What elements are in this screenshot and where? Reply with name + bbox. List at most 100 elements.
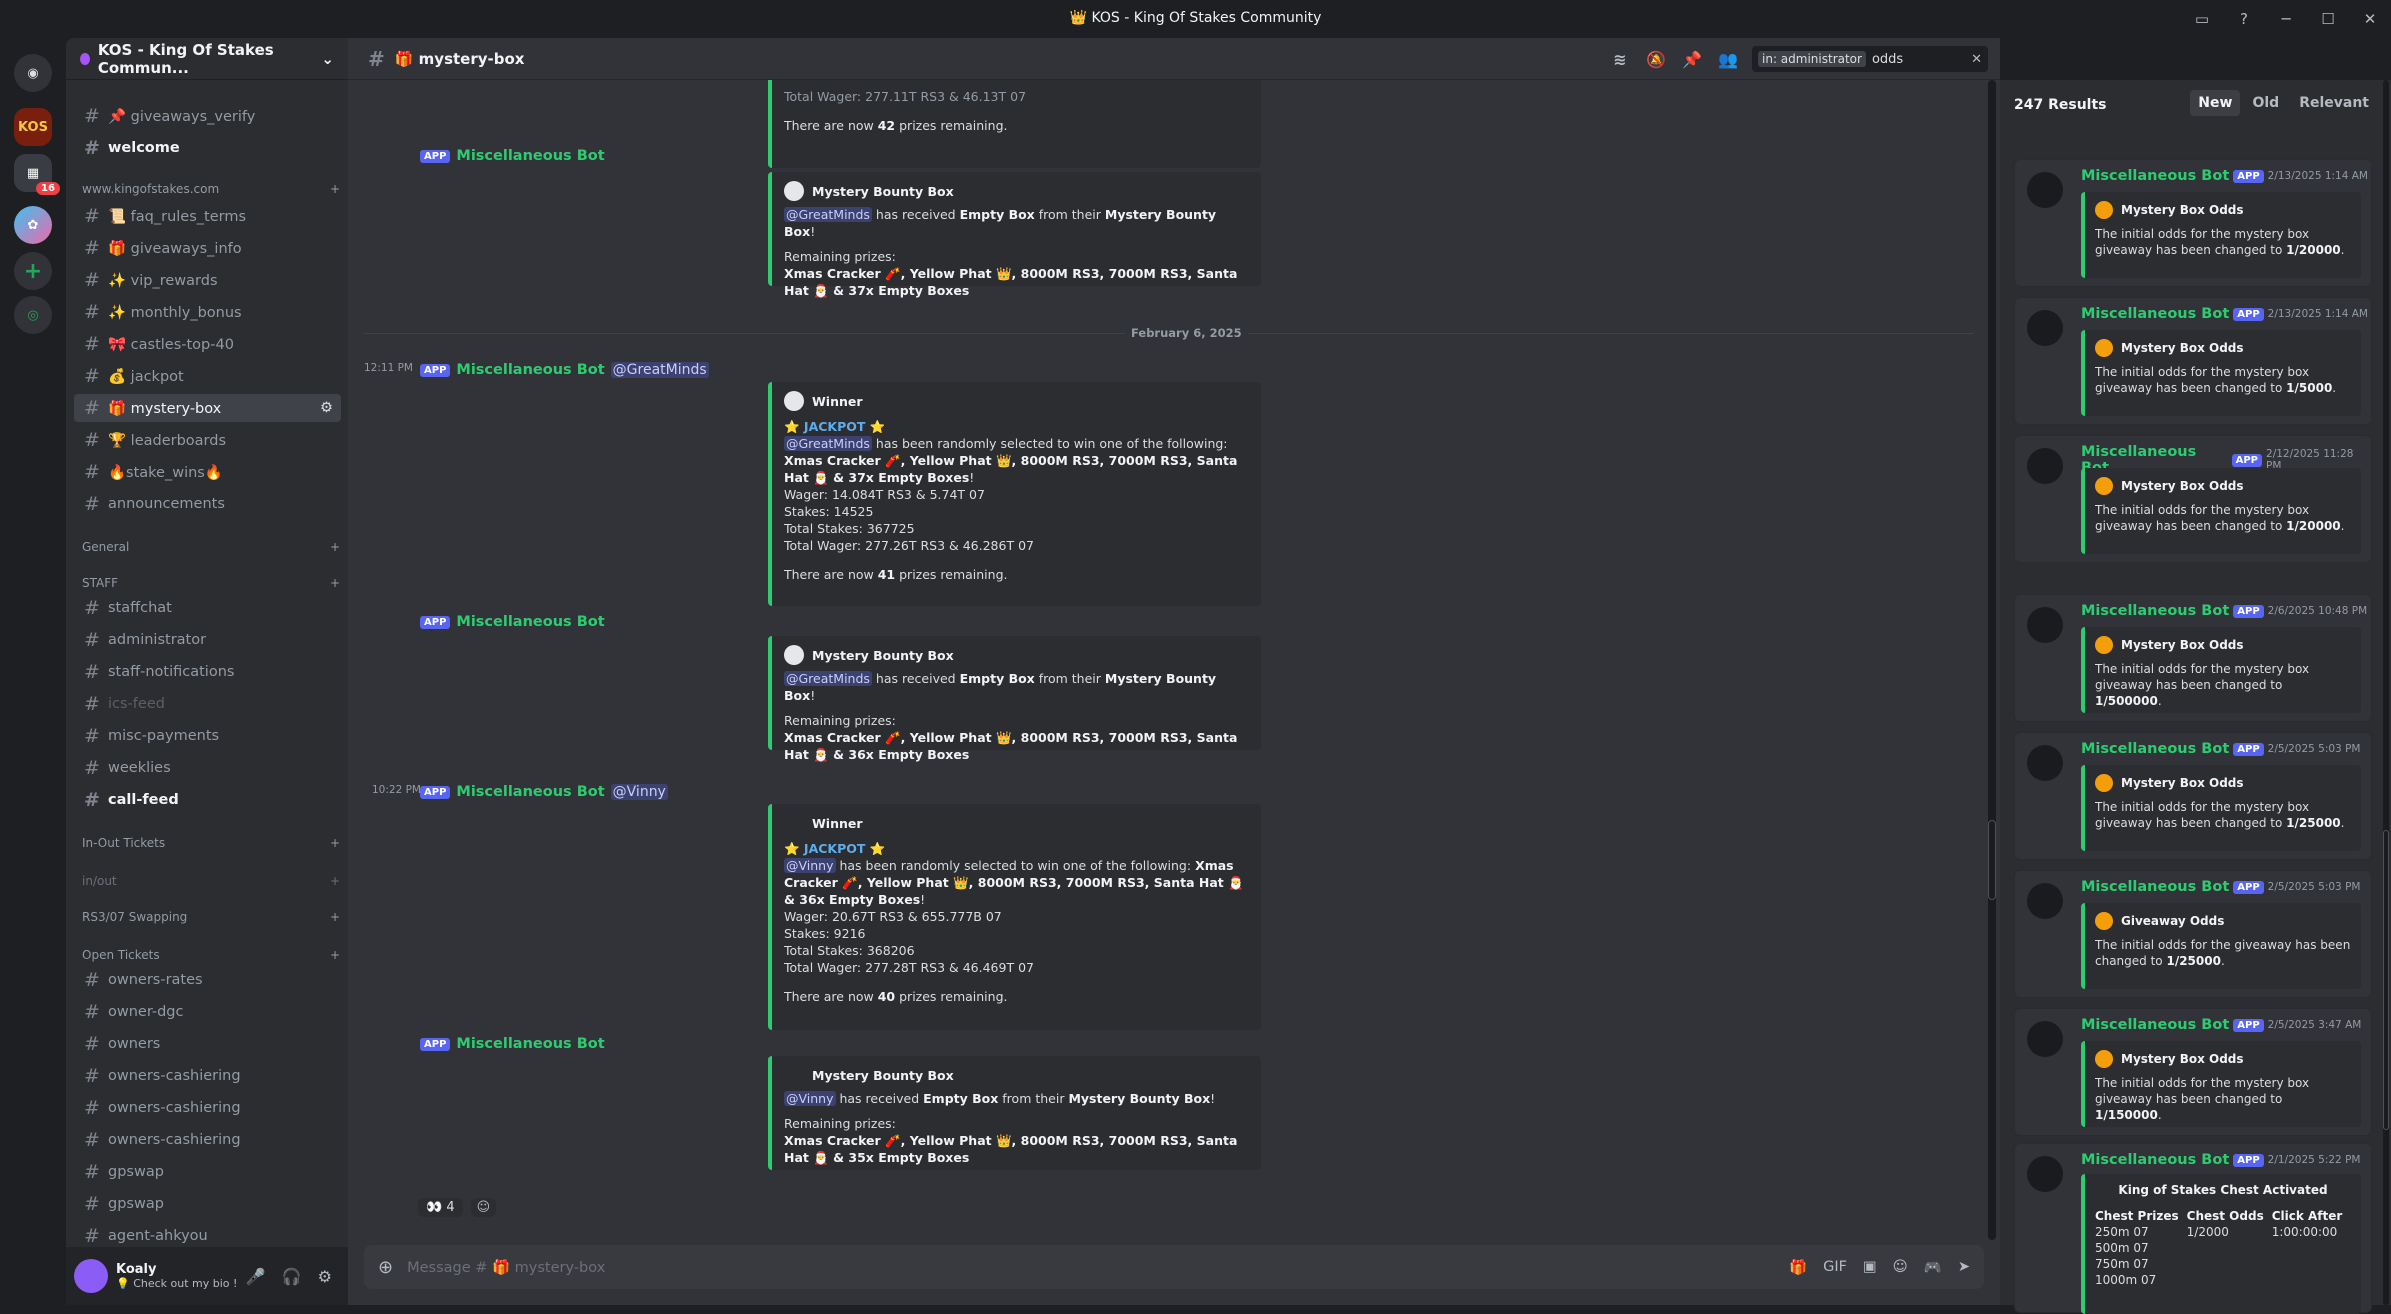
- bot-name[interactable]: Miscellaneous Bot: [456, 362, 604, 378]
- bot-name[interactable]: Miscellaneous Bot: [2081, 306, 2229, 322]
- gift-icon[interactable]: 🎁: [1789, 1259, 1807, 1276]
- search-result[interactable]: Miscellaneous Bot APP 2/13/2025 1:14 AM Mys…: [2014, 297, 2372, 425]
- settings-icon[interactable]: ⚙: [318, 1267, 332, 1286]
- bot-name[interactable]: Miscellaneous Bot: [456, 784, 604, 800]
- inbox-icon[interactable]: ▭: [2181, 10, 2223, 28]
- bot-name[interactable]: Miscellaneous Bot: [456, 614, 604, 630]
- channel-staff-notifications[interactable]: # staff-notifications: [74, 658, 341, 686]
- threads-icon[interactable]: ≋: [1608, 50, 1632, 69]
- avatar: [2027, 1021, 2063, 1057]
- sort-old-tab[interactable]: Old: [2244, 90, 2287, 116]
- channel-giveaways-verify[interactable]: # 📌 giveaways_verify: [74, 102, 341, 130]
- pin-icon[interactable]: 📌: [1680, 50, 1704, 69]
- avatar[interactable]: [74, 1259, 108, 1293]
- add-reaction-icon[interactable]: ☺: [470, 1198, 497, 1217]
- sort-relevant-tab[interactable]: Relevant: [2291, 90, 2377, 116]
- close-window-button[interactable]: ✕: [2349, 10, 2391, 28]
- channel-gpswap[interactable]: # gpswap: [74, 1158, 341, 1186]
- bot-name[interactable]: Miscellaneous Bot: [456, 1036, 604, 1052]
- bot-name[interactable]: Miscellaneous Bot: [456, 148, 604, 164]
- user-mention[interactable]: @Vinny: [610, 784, 668, 800]
- category-staff[interactable]: STAFF +: [82, 576, 340, 590]
- bot-name[interactable]: Miscellaneous Bot: [2081, 1017, 2229, 1033]
- search-result[interactable]: Miscellaneous Bot APP 2/6/2025 10:48 PM Mys…: [2014, 594, 2372, 722]
- bot-name[interactable]: Miscellaneous Bot: [2081, 168, 2229, 184]
- channel-faq[interactable]: # 📜 faq_rules_terms: [74, 202, 341, 230]
- emoji-icon[interactable]: ☺: [1893, 1259, 1908, 1276]
- sticker-icon[interactable]: ▣: [1863, 1259, 1877, 1276]
- user-mention[interactable]: @GreatMinds: [784, 207, 872, 222]
- channel-owners-cashiering[interactable]: # owners-cashiering: [74, 1062, 341, 1090]
- channel-staffchat[interactable]: # staffchat: [74, 594, 341, 622]
- embed: Mystery Bounty Box @GreatMinds has recei…: [768, 172, 1261, 298]
- clear-search-icon[interactable]: ✕: [1971, 52, 1982, 67]
- channel-monthly-bonus[interactable]: # ✨ monthly_bonus: [74, 298, 341, 326]
- channel-owners-cashiering[interactable]: # owners-cashiering: [74, 1126, 341, 1154]
- channel-stake-wins[interactable]: # 🔥stake_wins🔥: [74, 458, 341, 486]
- discover-icon[interactable]: ◎: [14, 296, 52, 334]
- channel-giveaways-info[interactable]: # 🎁 giveaways_info: [74, 234, 341, 262]
- channel-owners-rates[interactable]: # owners-rates: [74, 966, 341, 994]
- user-mention[interactable]: @GreatMinds: [610, 362, 709, 378]
- headphones-icon[interactable]: 🎧: [282, 1267, 302, 1286]
- channel-mystery-box[interactable]: # 🎁 mystery-box ⚙: [74, 394, 341, 422]
- apps-icon[interactable]: 🎮: [1924, 1259, 1942, 1276]
- maximize-button[interactable]: ☐: [2307, 10, 2349, 28]
- sort-new-tab[interactable]: New: [2190, 90, 2241, 116]
- search-result[interactable]: Miscellaneous Bot APP 2/5/2025 5:03 PM Myst…: [2014, 732, 2372, 860]
- add-attachment-icon[interactable]: ⊕: [378, 1257, 393, 1278]
- minimize-button[interactable]: ─: [2265, 10, 2307, 28]
- search-filter-pill[interactable]: in: administrator: [1758, 51, 1866, 67]
- add-channel-icon[interactable]: +: [330, 182, 340, 196]
- category-site[interactable]: www.kingofstakes.com +: [82, 182, 340, 196]
- category-inout[interactable]: In-Out Tickets +: [82, 836, 340, 850]
- channel-owners-cashiering[interactable]: # owners-cashiering: [74, 1094, 341, 1122]
- results-scrollbar[interactable]: [2383, 80, 2389, 1305]
- add-server-icon[interactable]: +: [14, 252, 52, 290]
- server-icon[interactable]: ✿: [14, 206, 52, 244]
- search-input[interactable]: in: administrator odds ✕: [1752, 46, 1988, 72]
- gear-icon[interactable]: ⚙: [320, 400, 333, 416]
- microphone-icon[interactable]: 🎤: [246, 1267, 266, 1286]
- channel-vip-rewards[interactable]: # ✨ vip_rewards: [74, 266, 341, 294]
- bot-name[interactable]: Miscellaneous Bot: [2081, 879, 2229, 895]
- help-icon[interactable]: ?: [2223, 10, 2265, 28]
- channel-agent-ahkyou[interactable]: # agent-ahkyou: [74, 1222, 341, 1250]
- guild-header[interactable]: KOS - King Of Stakes Commun... ⌄: [66, 38, 348, 80]
- channel-castles[interactable]: # 🎀 castles-top-40: [74, 330, 341, 358]
- kos-server-icon[interactable]: KOS: [14, 108, 52, 146]
- message-composer[interactable]: ⊕ Message # 🎁 mystery-box 🎁 GIF ▣ ☺ 🎮 ➤: [364, 1245, 1984, 1289]
- channel-owner-dgc[interactable]: # owner-dgc: [74, 998, 341, 1026]
- scrollbar[interactable]: [1988, 80, 1996, 1240]
- channel-owners[interactable]: # owners: [74, 1030, 341, 1058]
- channel-jackpot[interactable]: # 💰 jackpot: [74, 362, 341, 390]
- channel-weeklies[interactable]: # weeklies: [74, 754, 341, 782]
- bot-name[interactable]: Miscellaneous Bot: [2081, 741, 2229, 757]
- channel-administrator[interactable]: # administrator: [74, 626, 341, 654]
- message-input[interactable]: Message # 🎁 mystery-box: [407, 1259, 605, 1276]
- search-result[interactable]: Miscellaneous Bot APP 2/13/2025 1:14 AM Mys…: [2014, 159, 2372, 287]
- search-result[interactable]: Miscellaneous Bot APP 2/1/2025 5:22 PM Kin…: [2014, 1143, 2372, 1314]
- category-rs3[interactable]: RS3/07 Swapping +: [82, 910, 340, 924]
- category-inout-channel[interactable]: in/out +: [82, 874, 340, 888]
- bot-name[interactable]: Miscellaneous Bot: [2081, 603, 2229, 619]
- search-result[interactable]: Miscellaneous BotAPP2/12/2025 11:28 PMMy…: [2014, 435, 2372, 563]
- search-result[interactable]: Miscellaneous Bot APP 2/5/2025 5:03 PM Give…: [2014, 870, 2372, 998]
- channel-leaderboards[interactable]: # 🏆 leaderboards: [74, 426, 341, 454]
- gif-icon[interactable]: GIF: [1823, 1259, 1847, 1276]
- category-open-tickets[interactable]: Open Tickets +: [82, 948, 340, 962]
- search-result[interactable]: Miscellaneous Bot APP 2/5/2025 3:47 AM Myst…: [2014, 1008, 2372, 1136]
- channel-misc-payments[interactable]: # misc-payments: [74, 722, 341, 750]
- channel-call-feed[interactable]: # call-feed: [74, 786, 341, 814]
- notifications-icon[interactable]: 🔕: [1644, 50, 1668, 69]
- reaction-eyes[interactable]: 👀 4: [418, 1198, 463, 1217]
- discord-home-icon[interactable]: ◉: [14, 54, 52, 92]
- channel-ics-feed[interactable]: # ics-feed: [74, 690, 341, 718]
- members-icon[interactable]: 👥: [1716, 50, 1740, 69]
- channel-announcements[interactable]: # announcements: [74, 490, 341, 518]
- send-icon[interactable]: ➤: [1958, 1259, 1970, 1276]
- channel-welcome[interactable]: # welcome: [74, 134, 341, 162]
- channel-gpswap[interactable]: # gpswap: [74, 1190, 341, 1218]
- timestamp: 10:22 PM: [372, 784, 421, 796]
- category-general[interactable]: General +: [82, 540, 340, 554]
